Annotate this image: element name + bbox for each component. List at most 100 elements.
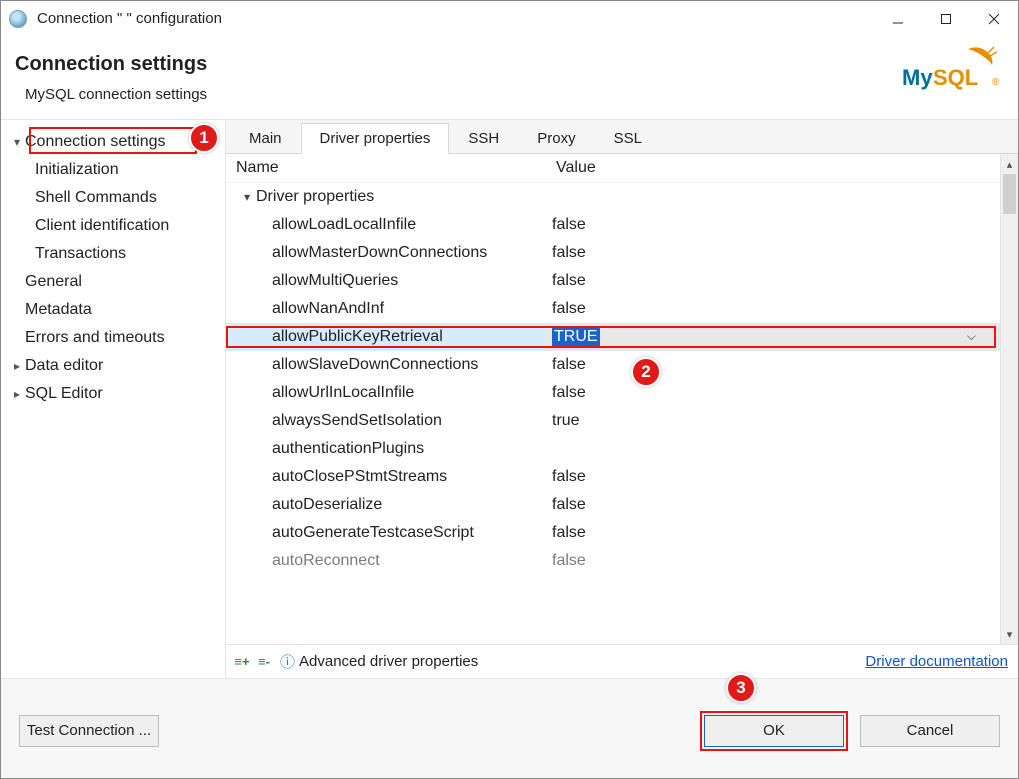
tab-bar: Main Driver properties SSH Proxy SSL [226, 120, 1018, 154]
property-name: allowMasterDownConnections [226, 239, 546, 267]
property-value[interactable]: false [546, 295, 1000, 323]
property-row[interactable]: alwaysSendSetIsolationtrue [226, 407, 1000, 435]
remove-property-icon[interactable]: ≡- [256, 654, 272, 670]
property-row[interactable]: allowSlaveDownConnectionsfalse [226, 351, 1000, 379]
column-name[interactable]: Name [226, 154, 546, 183]
tree-item-label: Connection settings [25, 133, 166, 151]
tree-item-label: Transactions [35, 245, 126, 263]
app-icon [9, 10, 27, 28]
tree-item-label: Data editor [25, 357, 103, 375]
property-row[interactable]: allowUrlInLocalInfilefalse [226, 379, 1000, 407]
properties-grid[interactable]: Name Value ▾Driver properties allowLoadL… [226, 154, 1000, 644]
property-value[interactable]: false [546, 239, 1000, 267]
driver-documentation-link[interactable]: Driver documentation [865, 653, 1008, 670]
chevron-down-icon: ▾ [238, 190, 256, 204]
property-name: allowMultiQueries [226, 267, 546, 295]
property-row-selected[interactable]: allowPublicKeyRetrieval TRUE ⌵ [226, 323, 1000, 351]
property-name: allowLoadLocalInfile [226, 211, 546, 239]
tab-driver-properties[interactable]: Driver properties [301, 123, 450, 154]
cancel-button[interactable]: Cancel [860, 715, 1000, 747]
settings-tree[interactable]: ▾ Connection settings Initialization She… [1, 120, 226, 678]
window-title: Connection " " configuration [37, 10, 222, 27]
tree-item-label: Errors and timeouts [25, 329, 165, 347]
tab-ssl[interactable]: SSL [595, 123, 661, 154]
chevron-right-icon: ▸ [9, 359, 25, 373]
chevron-right-icon: ▸ [9, 387, 25, 401]
tree-transactions[interactable]: Transactions [7, 240, 225, 268]
chevron-down-icon: ▾ [9, 135, 25, 149]
property-value[interactable]: false [546, 519, 1000, 547]
tab-main[interactable]: Main [230, 123, 301, 154]
close-button[interactable] [970, 1, 1018, 37]
group-driver-properties[interactable]: ▾Driver properties [226, 183, 1000, 211]
dialog-window: 1 2 3 Connection " " configuration Conne… [0, 0, 1019, 779]
title-bar: Connection " " configuration [1, 1, 1018, 37]
mysql-logo: My SQL ® [900, 43, 1000, 95]
property-name: authenticationPlugins [226, 435, 546, 463]
property-value[interactable]: false [546, 547, 1000, 575]
tree-item-label: Client identification [35, 217, 169, 235]
property-row[interactable]: autoDeserializefalse [226, 491, 1000, 519]
property-value-editor[interactable]: TRUE ⌵ [546, 323, 1000, 351]
tree-errors-timeouts[interactable]: Errors and timeouts [7, 324, 225, 352]
property-value[interactable] [546, 435, 1000, 463]
info-icon: ⓘ [280, 651, 295, 672]
chevron-down-icon[interactable]: ⌵ [967, 329, 976, 344]
advanced-label: Advanced driver properties [299, 653, 478, 670]
property-value[interactable]: false [546, 267, 1000, 295]
property-row[interactable]: autoGenerateTestcaseScriptfalse [226, 519, 1000, 547]
property-row[interactable]: authenticationPlugins [226, 435, 1000, 463]
tab-ssh[interactable]: SSH [449, 123, 518, 154]
vertical-scrollbar[interactable]: ▴ ▾ [1000, 154, 1018, 644]
body: ▾ Connection settings Initialization She… [1, 120, 1018, 678]
tree-metadata[interactable]: Metadata [7, 296, 225, 324]
property-name: autoReconnect [226, 547, 546, 575]
group-label: Driver properties [256, 188, 374, 205]
tree-data-editor[interactable]: ▸Data editor [7, 352, 225, 380]
property-name: autoGenerateTestcaseScript [226, 519, 546, 547]
minimize-button[interactable] [874, 1, 922, 37]
footer: Test Connection ... OK Cancel [1, 678, 1018, 778]
property-row[interactable]: allowMultiQueriesfalse [226, 267, 1000, 295]
page-title: Connection settings [15, 53, 900, 76]
add-property-icon[interactable]: ≡+ [234, 654, 250, 670]
property-row[interactable]: autoReconnectfalse [226, 547, 1000, 575]
tree-shell-commands[interactable]: Shell Commands [7, 184, 225, 212]
tree-connection-settings[interactable]: ▾ Connection settings [7, 128, 225, 156]
property-value[interactable]: false [546, 211, 1000, 239]
property-name: autoClosePStmtStreams [226, 463, 546, 491]
right-panel: Main Driver properties SSH Proxy SSL Nam… [226, 120, 1018, 678]
test-connection-button[interactable]: Test Connection ... [19, 715, 159, 747]
tab-proxy[interactable]: Proxy [518, 123, 594, 154]
property-name: allowUrlInLocalInfile [226, 379, 546, 407]
property-row[interactable]: allowNanAndInffalse [226, 295, 1000, 323]
property-value[interactable]: false [546, 491, 1000, 519]
column-value[interactable]: Value [546, 154, 1000, 183]
scroll-down-icon[interactable]: ▾ [1001, 624, 1018, 644]
property-value[interactable]: false [546, 463, 1000, 491]
property-value[interactable]: false [546, 379, 1000, 407]
scroll-thumb[interactable] [1003, 174, 1016, 214]
tree-general[interactable]: General [7, 268, 225, 296]
property-value[interactable]: false [546, 351, 1000, 379]
scroll-up-icon[interactable]: ▴ [1001, 154, 1018, 174]
svg-text:®: ® [992, 77, 1000, 88]
tree-item-label: Initialization [35, 161, 119, 179]
property-name: autoDeserialize [226, 491, 546, 519]
property-value[interactable]: true [546, 407, 1000, 435]
heading-area: Connection settings MySQL connection set… [1, 37, 1018, 120]
tree-client-identification[interactable]: Client identification [7, 212, 225, 240]
tree-item-label: General [25, 273, 82, 291]
property-row[interactable]: autoClosePStmtStreamsfalse [226, 463, 1000, 491]
property-row[interactable]: allowLoadLocalInfilefalse [226, 211, 1000, 239]
advanced-bar: ≡+ ≡- ⓘ Advanced driver properties Drive… [226, 644, 1018, 678]
ok-button[interactable]: OK [704, 715, 844, 747]
maximize-button[interactable] [922, 1, 970, 37]
tree-sql-editor[interactable]: ▸SQL Editor [7, 380, 225, 408]
svg-text:My: My [902, 65, 933, 90]
property-name: allowNanAndInf [226, 295, 546, 323]
property-row[interactable]: allowMasterDownConnectionsfalse [226, 239, 1000, 267]
tree-initialization[interactable]: Initialization [7, 156, 225, 184]
tree-item-label: Shell Commands [35, 189, 157, 207]
tree-item-label: SQL Editor [25, 385, 103, 403]
